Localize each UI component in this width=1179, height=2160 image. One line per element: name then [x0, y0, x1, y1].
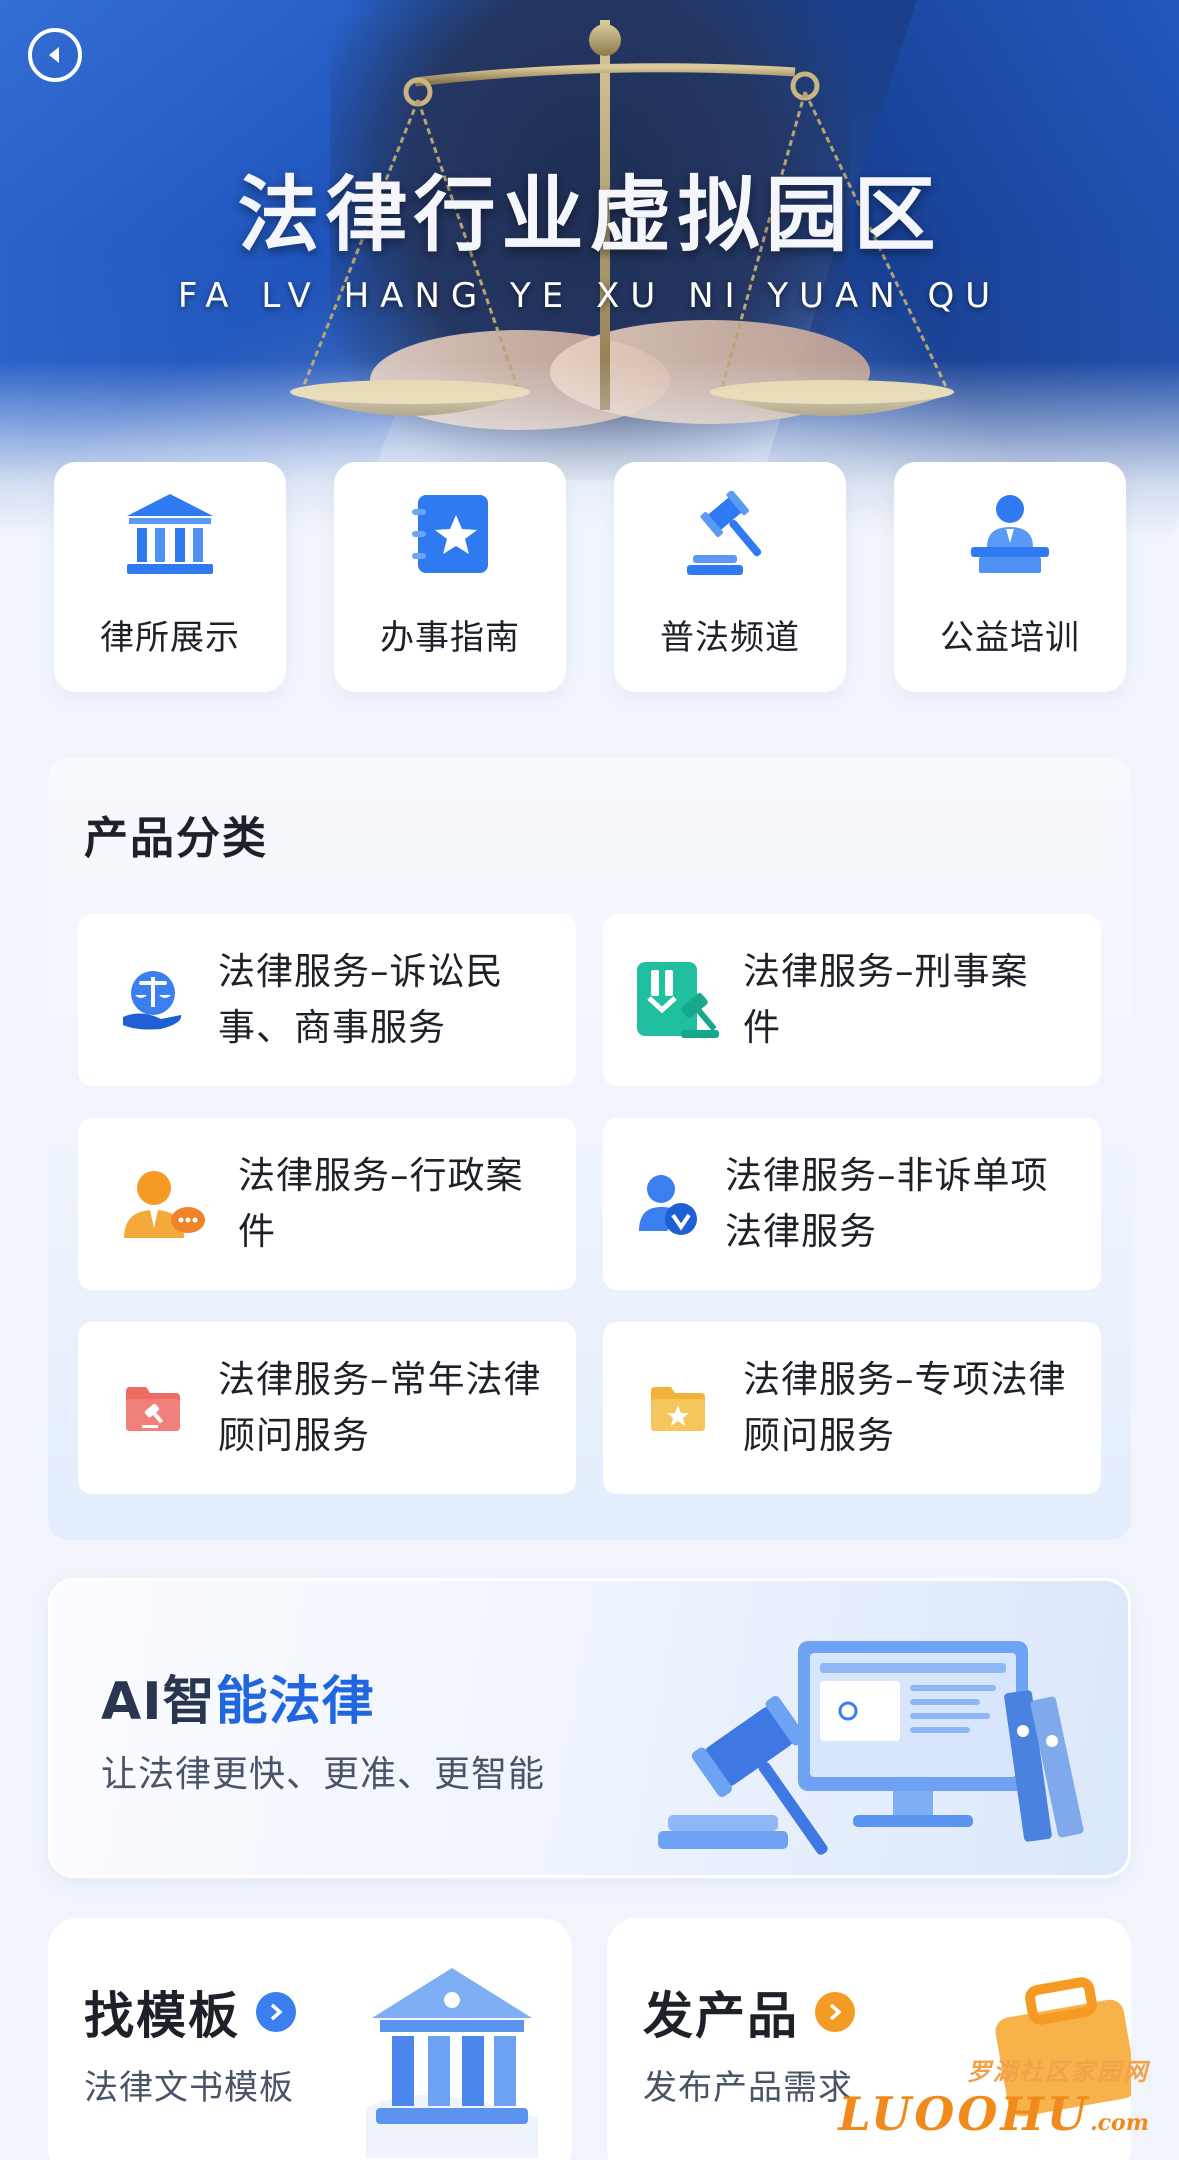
hero-title: 法律行业虚拟园区 [237, 168, 942, 263]
chevron-right-icon [815, 1992, 855, 2032]
nav-public-training[interactable]: 公益培训 [894, 462, 1126, 692]
category-label-line2: 件 [238, 1210, 276, 1253]
site-watermark: 罗湖社区家园网 LUOOHU.com [838, 2057, 1149, 2141]
ai-banner-subtitle: 让法律更快、更准、更智能 [101, 1754, 546, 1795]
criminal-gavel-document-icon [633, 955, 723, 1045]
red-folder-gavel-icon [108, 1363, 198, 1453]
hero-subtitle: FA LV HANG YE XU NI YUAN QU [177, 276, 1002, 316]
category-label-line1: 法律服务–刑事案 [743, 950, 1029, 993]
find-template-card[interactable]: 找模板 法律文书模板 [48, 1918, 572, 2160]
category-label-line1: 法律服务–诉讼民 [218, 950, 504, 993]
card-subtitle: 法律文书模板 [84, 2068, 294, 2108]
category-administrative-cases[interactable]: 法律服务–行政案 件 [78, 1118, 576, 1290]
category-label-line1: 法律服务–行政案 [238, 1154, 524, 1197]
bank-building-icon [124, 488, 216, 580]
nav-label: 普法频道 [660, 618, 800, 658]
nav-law-firm-showcase[interactable]: 律所展示 [54, 462, 286, 692]
ai-banner-title: AI智能法律 [101, 1672, 375, 1732]
computer-gavel-illustration [658, 1641, 1084, 1855]
product-category-panel: 产品分类 法律服务–诉讼民 事、商事服务 法律服务–刑事案 件 法律服务–行政案… [48, 758, 1131, 1540]
category-label-line2: 件 [743, 1006, 781, 1049]
category-criminal-cases[interactable]: 法律服务–刑事案 件 [603, 914, 1101, 1086]
verified-person-icon [633, 1159, 705, 1249]
category-label-line2: 事、商事服务 [218, 1006, 446, 1049]
lecturer-podium-icon [964, 488, 1056, 580]
category-civil-commercial-litigation[interactable]: 法律服务–诉讼民 事、商事服务 [78, 914, 576, 1086]
hero-banner: 法律行业虚拟园区 FA LV HANG YE XU NI YUAN QU [0, 0, 1179, 540]
card-title: 找模板 [84, 1987, 240, 2045]
category-special-legal-counsel[interactable]: 法律服务–专项法律 顾问服务 [603, 1322, 1101, 1494]
justice-scale-hand-icon [108, 955, 198, 1045]
card-subtitle: 发布产品需求 [643, 2068, 853, 2108]
category-label-line1: 法律服务–常年法律 [218, 1358, 542, 1401]
category-label-line1: 法律服务–专项法律 [743, 1358, 1067, 1401]
category-label-line2: 顾问服务 [218, 1414, 370, 1457]
category-label-line2: 顾问服务 [743, 1414, 895, 1457]
nav-legal-education-channel[interactable]: 普法频道 [614, 462, 846, 692]
court-building-icon [366, 1968, 538, 2158]
guide-star-icon [404, 488, 496, 580]
category-label-line1: 法律服务–非诉单项 [725, 1154, 1049, 1197]
gold-folder-star-icon [633, 1363, 723, 1453]
nav-label: 办事指南 [380, 618, 520, 658]
back-arrow-icon [49, 47, 59, 63]
gavel-icon [684, 488, 776, 580]
ai-legal-banner[interactable]: AI智能法律 让法律更快、更准、更智能 [48, 1578, 1131, 1878]
card-title: 发产品 [643, 1987, 799, 2045]
category-annual-legal-counsel[interactable]: 法律服务–常年法律 顾问服务 [78, 1322, 576, 1494]
chevron-right-icon [256, 1992, 296, 2032]
consultant-person-icon [108, 1159, 218, 1249]
nav-label: 律所展示 [100, 618, 240, 658]
category-non-litigation-single[interactable]: 法律服务–非诉单项 法律服务 [603, 1118, 1101, 1290]
back-button[interactable] [28, 28, 82, 82]
category-label-line2: 法律服务 [725, 1210, 877, 1253]
nav-label: 公益培训 [940, 618, 1080, 658]
nav-service-guide[interactable]: 办事指南 [334, 462, 566, 692]
section-title: 产品分类 [84, 813, 268, 864]
